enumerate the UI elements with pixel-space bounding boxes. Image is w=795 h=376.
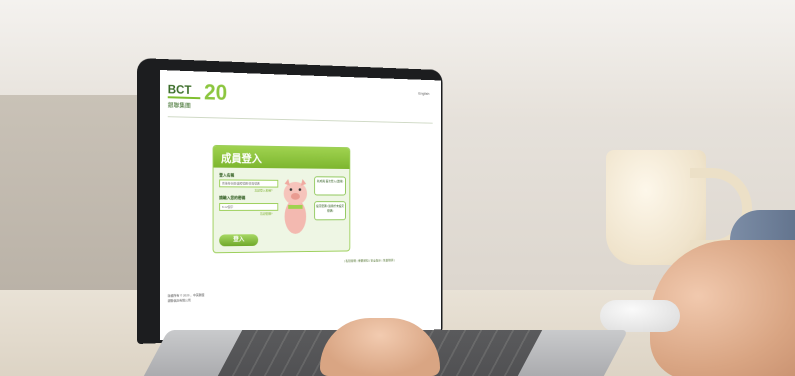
password-input[interactable]: 8-12個字 xyxy=(219,203,279,211)
anniversary-badge: 20 xyxy=(204,79,228,105)
bct-logo-text: BCT xyxy=(167,82,192,97)
footer-links[interactable]: | 私隱聲明 | 重要通知 | 安全提示 | 免責聲明 | xyxy=(344,258,394,263)
login-card-header: 成員登入 xyxy=(213,145,350,169)
footer: 版權所有 © 2020 ，中英聯盟 銀聯信託有限公司 xyxy=(168,293,205,304)
login-button[interactable]: 登入 xyxy=(219,234,259,247)
login-id-input[interactable]: 香港身份證/護照號碼/會員號碼 xyxy=(219,179,279,188)
laptop-screen: BCT 銀聯集團 20 English 成員登入 登入名稱 香港身份證/護照號碼… xyxy=(160,70,441,340)
forgot-login-id-link[interactable]: 忘記登入名稱? xyxy=(254,188,272,192)
logo-underline xyxy=(167,96,201,100)
member-login-card: 成員登入 登入名稱 香港身份證/護照號碼/會員號碼 忘記登入名稱? 請輸入您的密… xyxy=(212,144,351,254)
bct-logo-subtitle: 銀聯集團 xyxy=(167,103,191,110)
photo-scene: BCT 銀聯集團 20 English 成員登入 登入名稱 香港身份證/護照號碼… xyxy=(0,0,795,376)
forgot-password-link[interactable]: 忘記密碼? xyxy=(260,212,272,216)
new-member-button[interactable]: 新成員 首次登入(選擇) xyxy=(314,176,346,196)
login-card-title: 成員登入 xyxy=(221,152,262,166)
login-id-label: 登入名稱 xyxy=(219,172,235,178)
company-name: 銀聯信託有限公司 xyxy=(167,298,191,303)
setup-password-button[interactable]: 設定密碼 (適用於未設定密碼) xyxy=(314,201,346,221)
piggy-mascot-icon xyxy=(283,178,308,234)
password-label: 請輸入您的密碼 xyxy=(219,195,246,201)
site-header: BCT 銀聯集團 20 xyxy=(167,79,436,119)
background-shelf xyxy=(0,95,150,305)
computer-mouse xyxy=(600,300,680,332)
language-link[interactable]: English xyxy=(418,91,429,96)
